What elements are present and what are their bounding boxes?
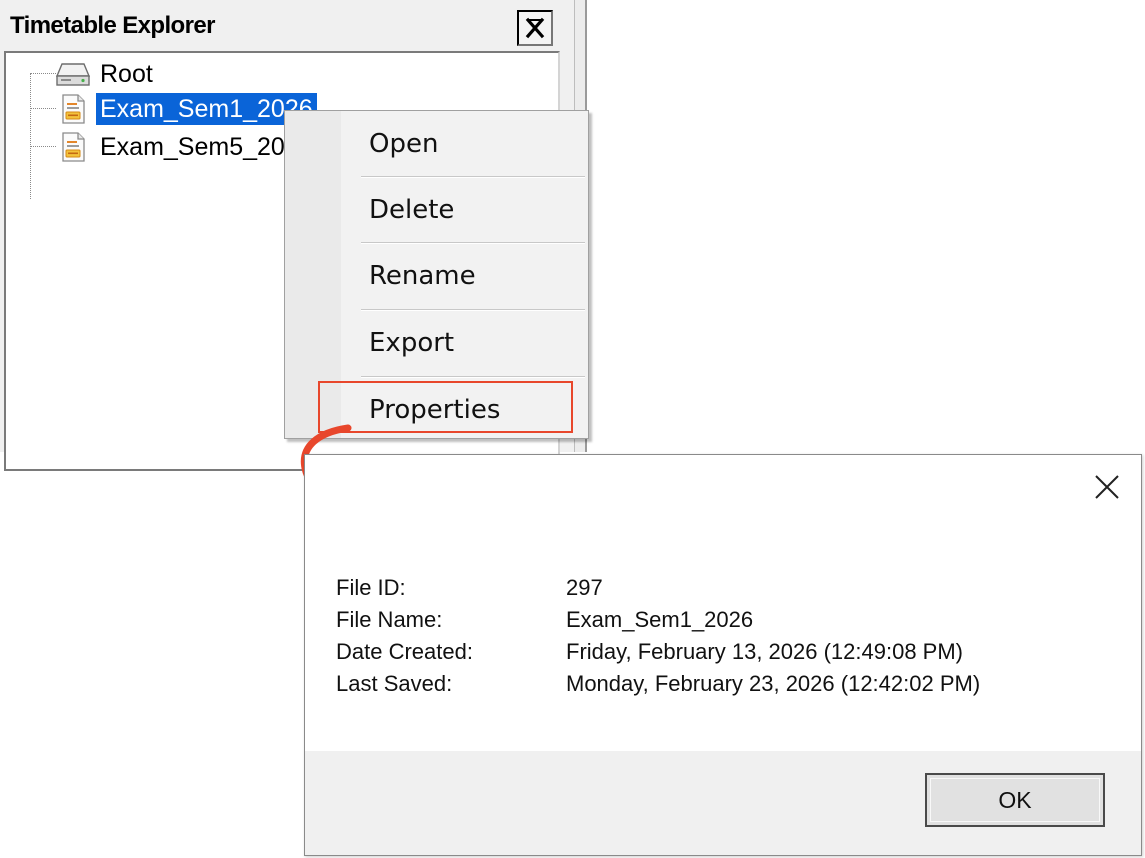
tree-connector (30, 146, 56, 147)
properties-dialog: File ID: 297 File Name: Exam_Sem1_2026 D… (304, 454, 1142, 856)
property-value: Monday, February 23, 2026 (12:42:02 PM) (566, 671, 981, 696)
property-label: Date Created: (336, 639, 473, 664)
property-label: File ID: (336, 575, 406, 600)
timetable-file-icon (56, 94, 90, 124)
menu-item-export[interactable]: Export (349, 310, 585, 376)
ok-button[interactable]: OK (925, 773, 1105, 827)
close-x-icon (1095, 475, 1119, 499)
tree-node-label: Root (100, 60, 153, 88)
tree-node-label: Exam_Sem5_20 (100, 133, 285, 161)
dialog-footer: OK (305, 751, 1141, 855)
tree-connector (30, 108, 56, 109)
tree-connector (30, 73, 56, 74)
explorer-title: Timetable Explorer (10, 12, 215, 39)
tree-node-exam-sem5[interactable]: Exam_Sem5_20 (56, 130, 289, 164)
property-label: File Name: (336, 607, 443, 632)
explorer-close-button[interactable] (517, 10, 553, 46)
dialog-close-button[interactable] (1089, 469, 1125, 505)
drive-icon (56, 59, 90, 89)
tree-node-root[interactable]: Root (56, 57, 157, 91)
menu-item-open[interactable]: Open (349, 111, 585, 177)
property-value: Exam_Sem1_2026 (566, 607, 754, 632)
tree-connector (30, 73, 31, 199)
property-value: 297 (566, 575, 603, 600)
menu-item-rename[interactable]: Rename (349, 243, 585, 309)
tree-node-exam-sem1[interactable]: Exam_Sem1_2026 (56, 92, 317, 126)
timetable-file-icon (56, 132, 90, 162)
menu-item-delete[interactable]: Delete (349, 177, 585, 243)
pin-close-icon (525, 17, 545, 39)
property-value: Friday, February 13, 2026 (12:49:08 PM) (566, 639, 964, 664)
property-label: Last Saved: (336, 671, 453, 696)
